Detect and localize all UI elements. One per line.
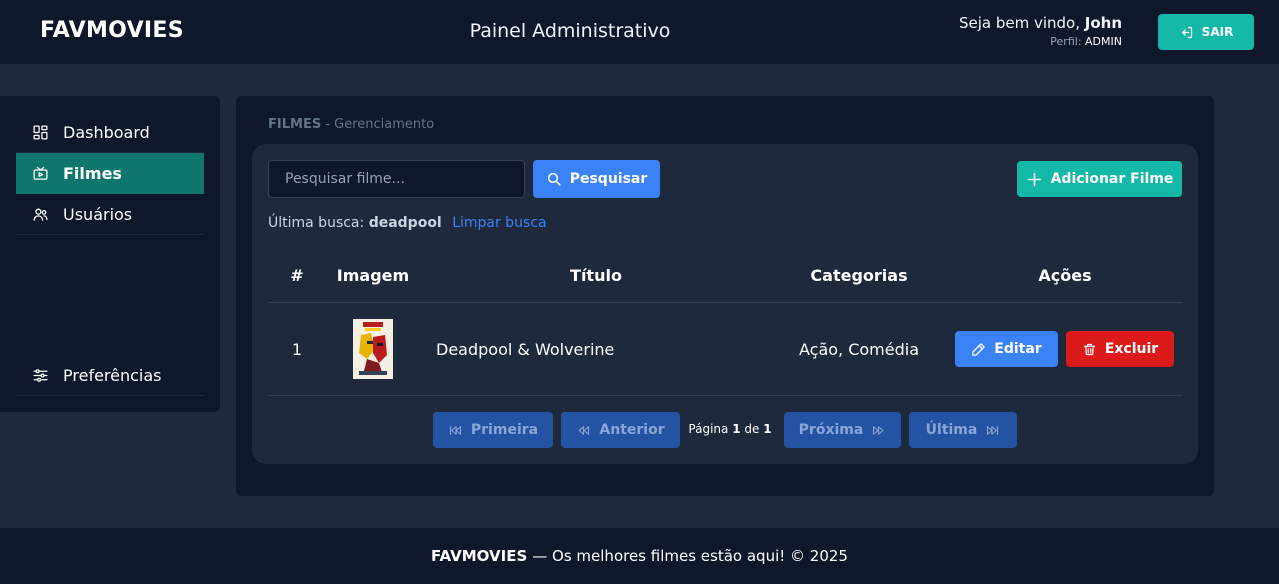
poster-image — [353, 319, 393, 379]
profile-value: ADMIN — [1085, 35, 1122, 48]
sidebar-item-usuarios[interactable]: Usuários — [16, 194, 204, 235]
column-header-image: Imagem — [336, 266, 410, 285]
dashboard-icon — [33, 124, 48, 140]
search-button[interactable]: Pesquisar — [533, 160, 660, 198]
sidebar-item-label: Usuários — [63, 204, 133, 224]
footer-text: — Os melhores filmes estão aqui! © 2025 — [532, 547, 848, 565]
last-page-button[interactable]: Última — [909, 412, 1017, 448]
users-icon — [33, 208, 48, 221]
fast-forward-icon — [873, 425, 884, 435]
first-page-label: Primeira — [470, 422, 539, 438]
last-search-label: Última busca: — [268, 215, 365, 231]
movie-title: Deadpool & Wolverine — [436, 340, 615, 359]
add-movie-label: Adicionar Filme — [1050, 171, 1174, 187]
main-panel: FILMES - Gerenciamento Pesquisar Adicion… — [236, 96, 1214, 496]
footer: FAVMOVIES — Os melhores filmes estão aqu… — [0, 528, 1279, 584]
edit-button[interactable]: Editar — [955, 331, 1058, 367]
current-page: 1 — [732, 422, 741, 436]
logout-label: SAIR — [1201, 25, 1234, 39]
breadcrumb-sub: - Gerenciamento — [325, 117, 435, 132]
profile-label: Perfil: — [1050, 35, 1082, 48]
column-header-actions: Ações — [1038, 266, 1092, 285]
search-label: Pesquisar — [569, 171, 648, 187]
search-input[interactable] — [268, 160, 525, 198]
skip-first-icon — [449, 425, 461, 435]
delete-label: Excluir — [1104, 341, 1159, 357]
search-icon — [547, 172, 561, 186]
edit-label: Editar — [994, 341, 1042, 357]
skip-last-icon — [987, 425, 999, 435]
sliders-icon — [33, 368, 48, 382]
sidebar: Dashboard Filmes Usuários Preferências — [0, 96, 220, 412]
movie-poster[interactable] — [353, 319, 393, 379]
logout-icon — [1181, 26, 1192, 38]
plus-icon — [1027, 172, 1041, 186]
sidebar-item-label: Dashboard — [63, 122, 150, 142]
table-row: 1 Deadpool & Wolverine Ação, Comédia Edi… — [268, 303, 1182, 396]
first-page-button[interactable]: Primeira — [433, 412, 553, 448]
next-page-button[interactable]: Próxima — [784, 412, 901, 448]
user-welcome: Seja bem vindo, John Perfil: ADMIN — [959, 14, 1122, 48]
sidebar-item-filmes[interactable]: Filmes — [16, 153, 204, 194]
user-name: John — [1084, 14, 1122, 32]
column-header-title: Título — [570, 266, 622, 285]
last-page-label: Última — [925, 422, 978, 438]
of-label: de — [744, 422, 760, 436]
sidebar-item-label: Filmes — [63, 164, 122, 183]
breadcrumb: FILMES - Gerenciamento — [268, 117, 434, 132]
last-search: Última busca: deadpool Limpar busca — [268, 215, 547, 231]
top-header: FAVMOVIES Painel Administrativo Seja bem… — [0, 0, 1279, 64]
movies-card: Pesquisar Adicionar Filme Última busca: … — [252, 144, 1198, 464]
sidebar-item-preferencias[interactable]: Preferências — [16, 355, 204, 396]
page-indicator: Página 1 de 1 — [680, 422, 780, 436]
footer-brand: FAVMOVIES — [431, 547, 528, 565]
next-page-label: Próxima — [798, 422, 864, 438]
pencil-icon — [972, 342, 986, 356]
movie-categories: Ação, Comédia — [798, 340, 920, 359]
add-movie-button[interactable]: Adicionar Filme — [1017, 161, 1182, 197]
table-header: # Imagem Título Categorias Ações — [268, 250, 1182, 303]
film-icon — [33, 166, 48, 180]
last-search-value: deadpool — [368, 215, 442, 231]
breadcrumb-section: FILMES — [268, 117, 322, 132]
total-pages: 1 — [763, 422, 772, 436]
previous-page-button[interactable]: Anterior — [561, 412, 680, 448]
previous-page-label: Anterior — [599, 422, 665, 438]
rewind-icon — [578, 425, 590, 435]
sidebar-item-label: Preferências — [63, 365, 162, 385]
welcome-prefix: Seja bem vindo, — [958, 14, 1080, 32]
clear-search-link[interactable]: Limpar busca — [452, 215, 546, 231]
logout-button[interactable]: SAIR — [1158, 14, 1254, 50]
movies-table: # Imagem Título Categorias Ações 1 Deadp… — [268, 250, 1182, 396]
page-label: Página — [688, 422, 729, 436]
sidebar-item-dashboard[interactable]: Dashboard — [16, 112, 204, 153]
profile-line: Perfil: ADMIN — [959, 35, 1122, 48]
column-header-categories: Categorias — [810, 266, 908, 285]
row-index: 1 — [291, 340, 303, 359]
welcome-line: Seja bem vindo, John — [959, 14, 1122, 32]
trash-icon — [1083, 343, 1095, 355]
delete-button[interactable]: Excluir — [1066, 331, 1174, 367]
column-header-index: # — [290, 266, 304, 285]
